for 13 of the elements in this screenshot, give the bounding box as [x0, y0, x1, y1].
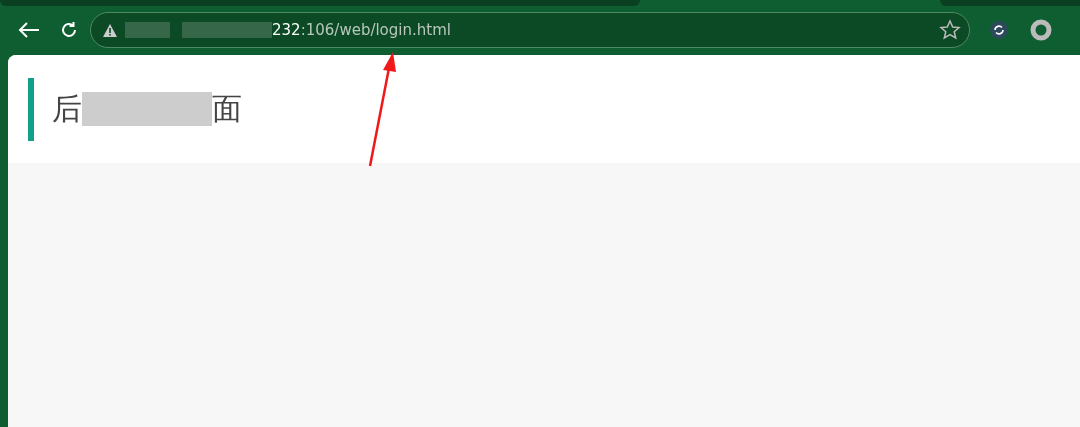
page-title: 面 [212, 89, 242, 128]
warning-icon[interactable] [103, 23, 117, 37]
page-title: 后 [52, 89, 82, 128]
reload-icon[interactable] [60, 21, 78, 39]
title-accent-bar [28, 77, 34, 141]
profile-icon[interactable] [1030, 19, 1052, 41]
back-icon[interactable] [18, 21, 40, 39]
url-host: 232 [272, 21, 301, 39]
address-bar[interactable]: 232:106/web/login.html [90, 12, 970, 48]
url-path: :106/web/login.html [300, 21, 451, 39]
extension-icon[interactable] [990, 21, 1008, 39]
redaction-mask [125, 22, 170, 38]
star-icon[interactable] [939, 19, 961, 41]
